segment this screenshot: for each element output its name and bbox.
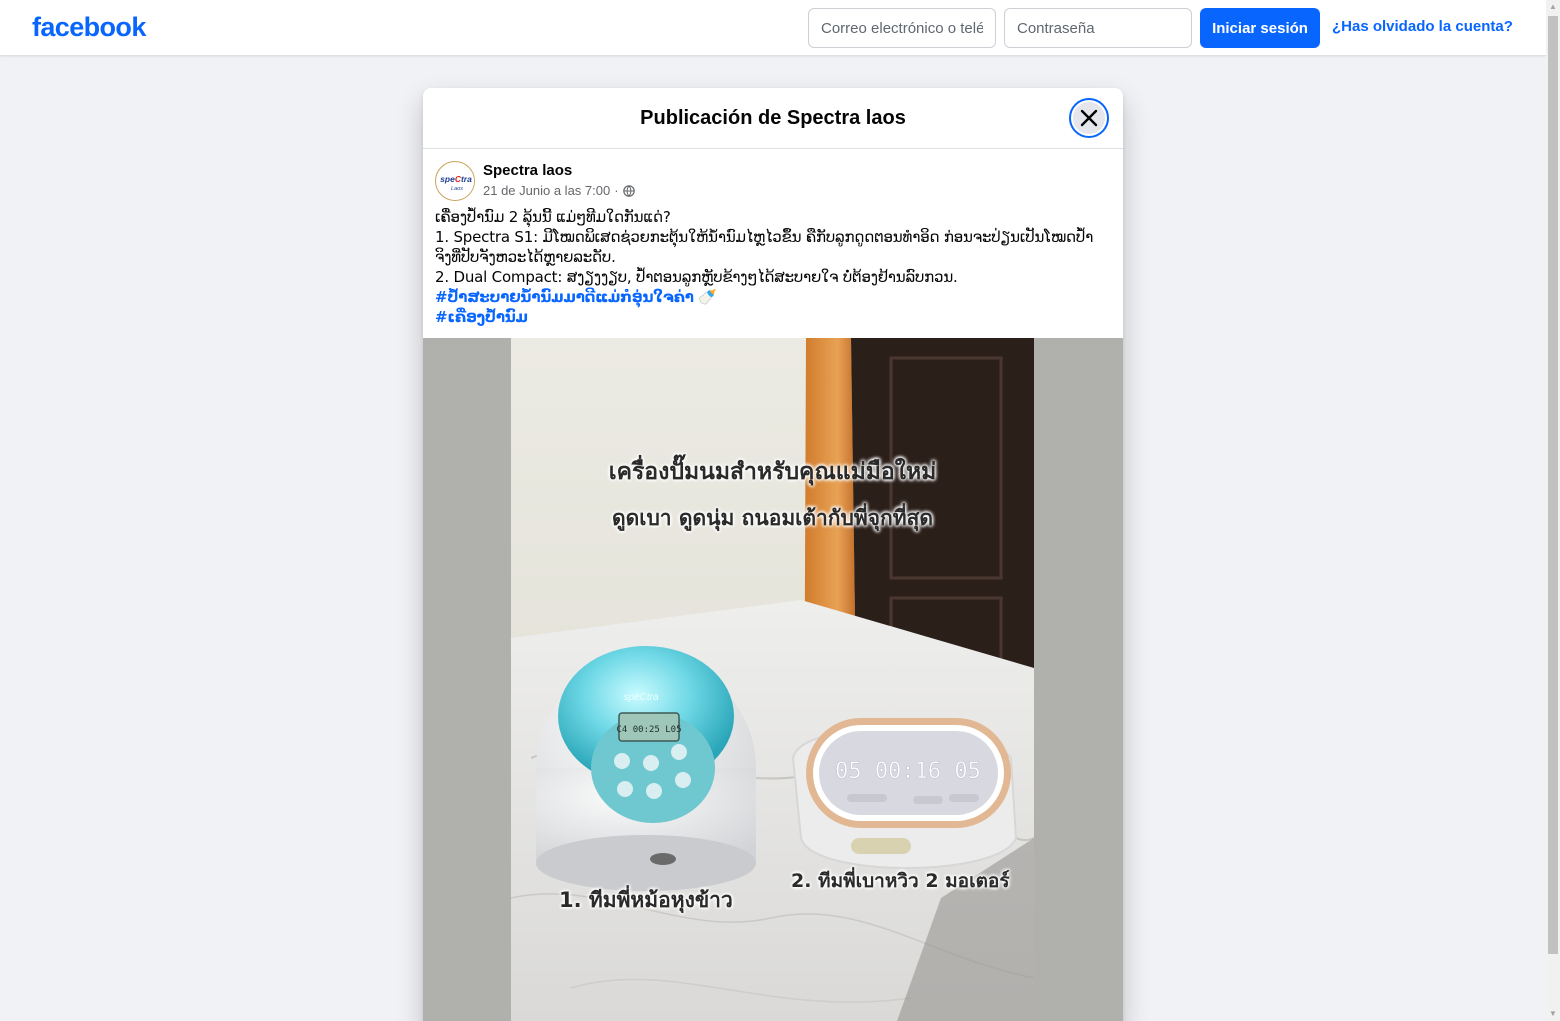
post-photo[interactable]: speCtra C4 00:25 L05 05 00:16 05 เครื่อง… [511, 338, 1034, 1021]
hashtag-line: #ປ້ຳສະບາຍນ້ຳນົມມາດີແມ່ກໍອຸ່ນໃຈຄ່າ 🍼 [435, 287, 1111, 307]
scroll-thumb[interactable] [1548, 16, 1558, 954]
hashtag-line: #ເຄື່ອງປ້ຳນົມ [435, 307, 1111, 327]
svg-text:speCtra: speCtra [623, 692, 658, 703]
close-icon [1080, 109, 1098, 127]
svg-text:speCtra: speCtra [440, 174, 472, 184]
photo-label-left: 1. ทีมพี่หม้อหุงข้าว [559, 888, 733, 912]
password-input[interactable] [1004, 8, 1192, 48]
post-meta: 21 de Junio a las 7:00 · [483, 183, 635, 198]
forgot-account-link[interactable]: ¿Has olvidado la cuenta? [1332, 18, 1513, 35]
page-scrollbar[interactable]: ▲ ▼ [1546, 0, 1560, 1021]
globe-icon [622, 184, 635, 197]
post-dialog: Publicación de Spectra laos speCtra Laos… [423, 88, 1123, 1021]
post-line: 1. Spectra S1: ມີໂໝດພິເສດຊ່ວຍກະຕຸ້ນໃຫ້ນ້… [435, 228, 1094, 246]
photo-caption-line2: ดูดเบา ดูดนุ่ม ถนอมเต้ากับพี่จุกที่สุด [611, 506, 933, 530]
baby-bottle-icon: 🍼 [698, 288, 717, 306]
svg-text:05 00:16 05: 05 00:16 05 [835, 759, 981, 784]
login-button[interactable]: Iniciar sesión [1200, 8, 1320, 48]
svg-text:C4 00:25 L05: C4 00:25 L05 [616, 725, 681, 735]
dialog-title: Publicación de Spectra laos [640, 107, 906, 129]
post-date[interactable]: 21 de Junio a las 7:00 [483, 183, 610, 198]
hashtag-link[interactable]: #ປ້ຳສະບາຍນ້ຳນົມມາດີແມ່ກໍອຸ່ນໃຈຄ່າ [435, 288, 694, 306]
spectra-logo-icon: speCtra Laos [437, 163, 474, 200]
dialog-header: Publicación de Spectra laos [423, 88, 1123, 149]
post-author[interactable]: Spectra laos [483, 162, 572, 179]
facebook-logo[interactable]: facebook [32, 12, 146, 43]
post-line: 2. Dual Compact: ສງຽງງຽບ, ປ້ຳຕອນລູກຫຼັບຂ… [435, 268, 958, 286]
photo-container: speCtra C4 00:25 L05 05 00:16 05 เครื่อง… [423, 338, 1123, 1021]
svg-text:Laos: Laos [451, 186, 463, 192]
top-navigation-bar: facebook Iniciar sesión ¿Has olvidado la… [0, 0, 1546, 56]
meta-separator: · [614, 183, 619, 198]
breast-pump-photo: speCtra C4 00:25 L05 05 00:16 05 [511, 338, 1034, 1021]
post-line: ເຄື່ອງປ້ຳນົມ 2 ລຸ້ນນີ້ ແມ່ໆທີມໃດກັນແດ່? [435, 208, 671, 226]
post-message: ເຄື່ອງປ້ຳນົມ 2 ລຸ້ນນີ້ ແມ່ໆທີມໃດກັນແດ່? … [435, 207, 1111, 327]
photo-caption-line1: เครื่องปั๊มนมสำหรับคุณแม่มือใหม่ [608, 459, 937, 485]
post-line: ຈິງທີ່ປັບຈັງຫວະໄດ້ຫຼາຍລະດັບ. [435, 248, 616, 266]
email-or-phone-input[interactable] [808, 8, 996, 48]
scroll-down-arrow-icon[interactable]: ▼ [1546, 1007, 1560, 1021]
close-dialog-button[interactable] [1069, 98, 1109, 138]
page-avatar[interactable]: speCtra Laos [435, 161, 475, 201]
photo-label-right: 2. ทีมพี่เบาหวิว 2 มอเตอร์ [791, 870, 1010, 892]
scroll-up-arrow-icon[interactable]: ▲ [1546, 0, 1560, 14]
hashtag-link[interactable]: #ເຄື່ອງປ້ຳນົມ [435, 308, 528, 326]
